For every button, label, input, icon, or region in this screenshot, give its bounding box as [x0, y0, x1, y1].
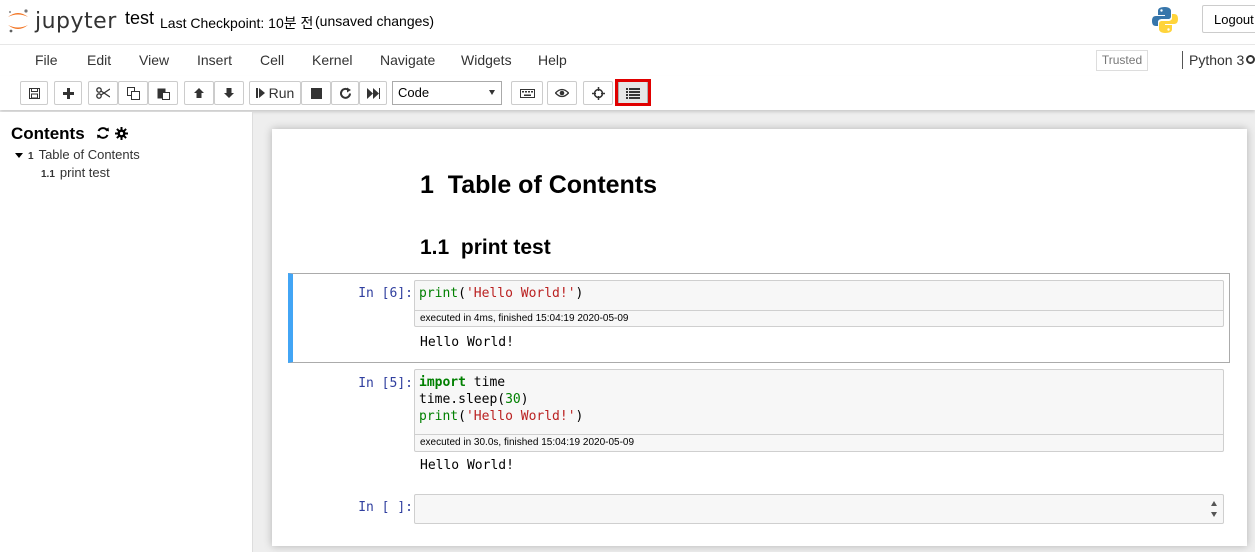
toc-item-label: Table of Contents	[38, 147, 140, 162]
command-palette-button[interactable]	[511, 81, 543, 105]
hide-code-button[interactable]	[547, 81, 577, 105]
arrow-up-icon	[194, 88, 204, 98]
notebook-container: 1 Table of Contents 1.1 print test In [6…	[272, 129, 1247, 546]
menu-widgets[interactable]: Widgets	[461, 52, 512, 68]
run-icon	[255, 88, 265, 98]
autosave-status: (unsaved changes)	[315, 13, 435, 29]
crosshairs-icon	[591, 86, 605, 100]
restart-icon	[339, 87, 351, 99]
caret-down-icon[interactable]	[15, 153, 23, 159]
navigate-to-cell-button[interactable]	[583, 81, 613, 105]
code-line: time.sleep(30)	[419, 392, 529, 407]
menu-insert[interactable]: Insert	[197, 52, 232, 68]
cell-output: Hello World!	[420, 335, 514, 350]
menu-help[interactable]: Help	[538, 52, 567, 68]
save-icon	[28, 87, 40, 99]
code-input[interactable]: print('Hello World!') executed in 4ms, f…	[414, 280, 1224, 327]
keyboard-icon	[519, 88, 535, 98]
interrupt-button[interactable]	[301, 81, 331, 105]
menu-view[interactable]: View	[139, 52, 169, 68]
menu-kernel[interactable]: Kernel	[312, 52, 352, 68]
move-up-button[interactable]	[184, 81, 214, 105]
header: jupyter test Last Checkpoint: 10분 전 (uns…	[0, 0, 1255, 44]
python-logo-icon	[1152, 7, 1178, 33]
logout-button[interactable]: Logout	[1202, 5, 1255, 33]
toc-sidebar: Contents 1 Table of Contents 1.1 print tes…	[0, 112, 253, 552]
cut-icon	[96, 87, 110, 99]
save-button[interactable]	[20, 81, 48, 105]
move-down-button[interactable]	[214, 81, 244, 105]
code-string: 'Hello World!'	[465, 286, 576, 301]
arrow-down-icon	[224, 88, 234, 98]
input-prompt: In [5]:	[358, 376, 413, 391]
cell-type-select[interactable]: Code	[392, 81, 502, 105]
kernel-idle-icon	[1246, 55, 1255, 64]
toc-item[interactable]: 1 Table of Contents	[15, 147, 140, 162]
fast-forward-icon	[366, 87, 380, 99]
run-label: Run	[268, 85, 295, 101]
toc-item[interactable]: 1.1 print test	[41, 165, 110, 180]
code-input[interactable]: import time time.sleep(30) print('Hello …	[414, 369, 1224, 452]
execution-time: executed in 4ms, finished 15:04:19 2020-…	[415, 310, 1223, 327]
cell-type-value: Code	[398, 85, 430, 100]
restart-run-all-button[interactable]	[359, 81, 387, 105]
menu-cell[interactable]: Cell	[260, 52, 284, 68]
code-line: import time	[419, 375, 506, 390]
trusted-indicator[interactable]: Trusted	[1096, 50, 1148, 71]
menubar: File Edit View Insert Cell Kernel Naviga…	[0, 44, 1255, 77]
toc-title: Contents	[11, 124, 85, 143]
copy-button[interactable]	[118, 81, 148, 105]
code-cell[interactable]: In [5]: import time time.sleep(30) print…	[288, 366, 1230, 478]
menu-file[interactable]: File	[35, 52, 58, 68]
execution-time: executed in 30.0s, finished 15:04:19 202…	[415, 434, 1223, 451]
code-input[interactable]	[414, 494, 1224, 524]
input-prompt: In [6]:	[358, 286, 413, 301]
insert-cell-button[interactable]	[54, 81, 82, 105]
toc-item-label: print test	[59, 165, 110, 180]
cell-output: Hello World!	[420, 458, 514, 473]
paste-button[interactable]	[148, 81, 178, 105]
input-prompt: In [ ]:	[358, 500, 413, 515]
menu-navigate[interactable]: Navigate	[380, 52, 435, 68]
eye-icon	[555, 88, 569, 98]
last-checkpoint: Last Checkpoint: 10분 전	[160, 15, 314, 31]
copy-icon	[126, 86, 140, 100]
toc-button-highlight-box	[615, 79, 651, 106]
menu-edit[interactable]: Edit	[87, 52, 111, 68]
scroll-down-icon[interactable]	[1211, 512, 1217, 517]
toc-item-number: 1.1	[41, 169, 55, 180]
code-line: print('Hello World!')	[419, 286, 584, 301]
jupyter-logo[interactable]: jupyter	[6, 6, 117, 36]
heading-table-of-contents: 1 Table of Contents	[420, 171, 658, 199]
kernel-separator	[1182, 51, 1183, 69]
kernel-name: Python 3	[1189, 52, 1245, 68]
plus-icon	[62, 87, 74, 99]
gear-icon[interactable]	[115, 127, 128, 140]
scroll-up-icon[interactable]	[1211, 501, 1217, 506]
cut-button[interactable]	[88, 81, 118, 105]
run-button[interactable]: Run	[249, 81, 301, 105]
restart-button[interactable]	[331, 81, 359, 105]
code-cell-empty[interactable]: In [ ]:	[288, 491, 1230, 527]
notebook-name[interactable]: test	[125, 8, 154, 29]
reload-icon[interactable]	[96, 126, 110, 140]
logo-text: jupyter	[35, 8, 117, 34]
code-cell-selected[interactable]: In [6]: print('Hello World!') executed i…	[288, 273, 1230, 363]
stop-icon	[310, 87, 322, 99]
heading-print-test: 1.1 print test	[420, 236, 551, 259]
paste-icon	[157, 88, 170, 100]
code-line: print('Hello World!')	[419, 409, 584, 424]
dropdown-arrow-icon	[489, 90, 495, 95]
jupyter-logo-icon	[8, 9, 28, 33]
toc-item-number: 1	[28, 151, 34, 162]
